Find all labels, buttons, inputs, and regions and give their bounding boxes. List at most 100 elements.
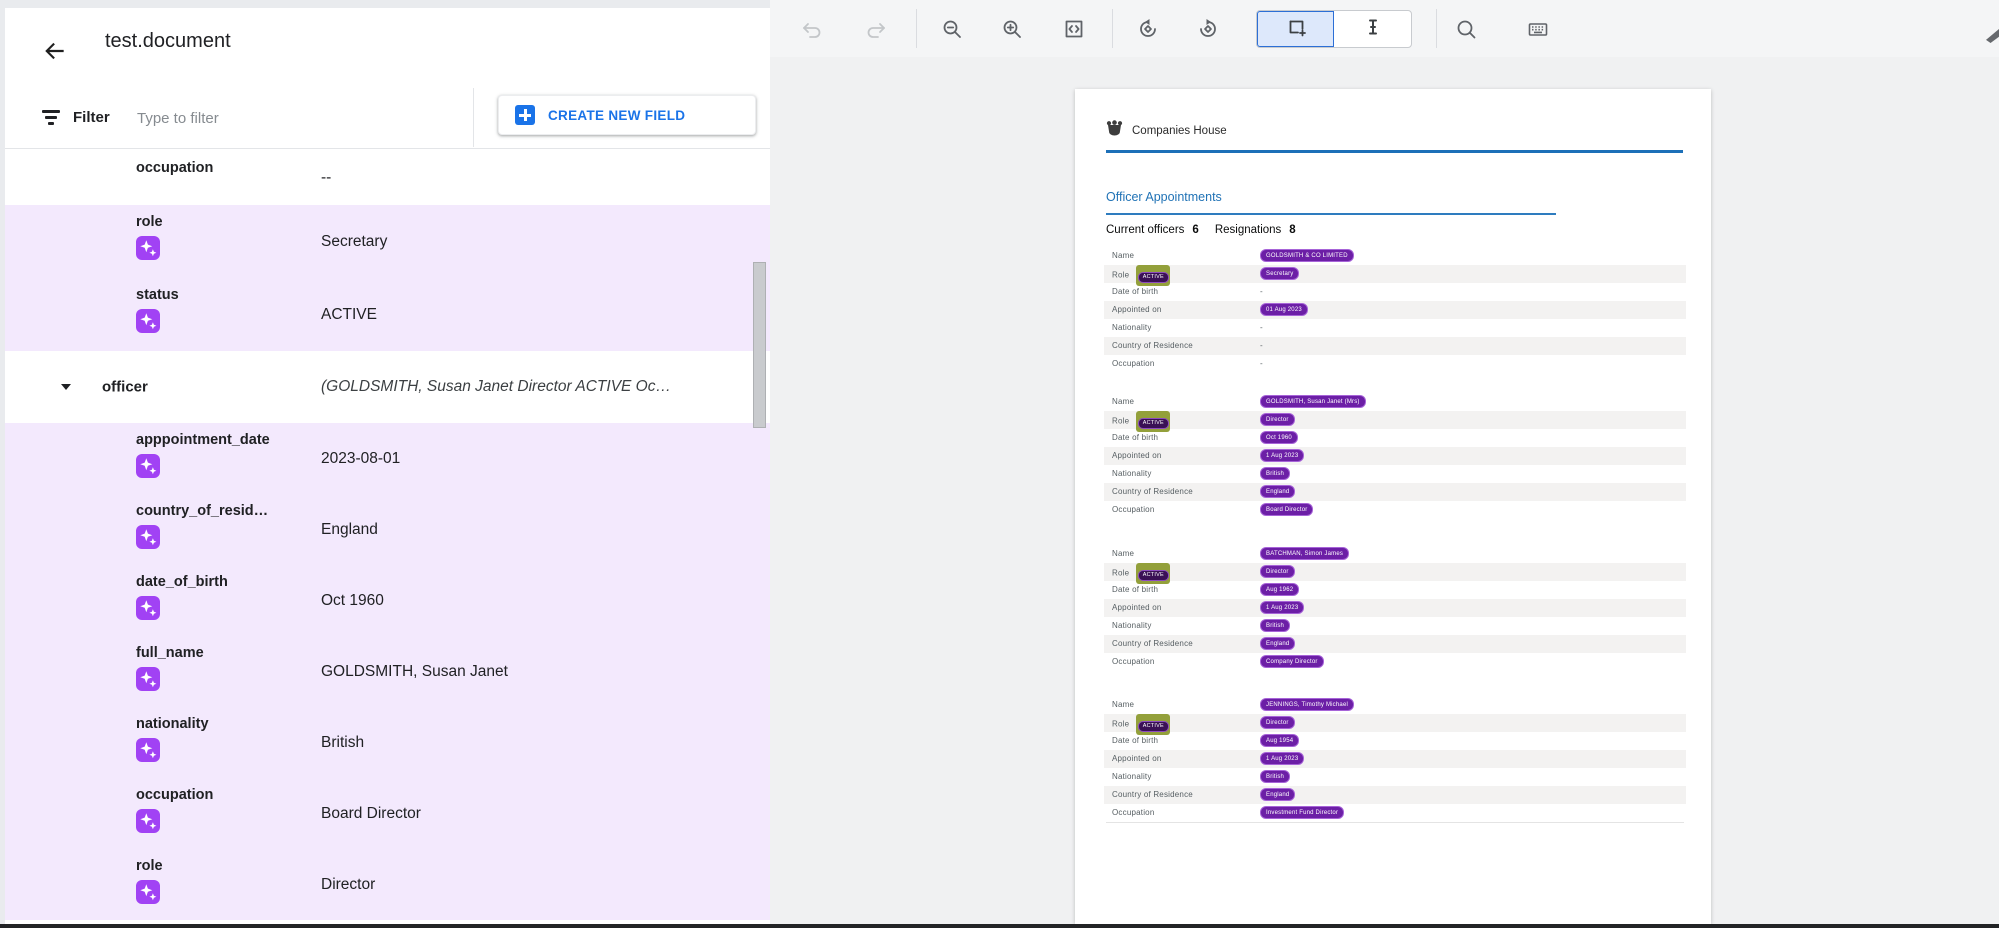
officer-row-label: Occupation xyxy=(1112,804,1154,822)
search-button[interactable] xyxy=(1454,17,1478,41)
officer-row-label: Country of Residence xyxy=(1112,337,1193,355)
officer-row-label: Appointed on xyxy=(1112,447,1162,465)
doc-summary-line: Current officers6Resignations8 xyxy=(1106,224,1312,236)
zoom-out-button[interactable] xyxy=(940,17,964,41)
field-row-status[interactable]: statusACTIVE xyxy=(5,278,770,351)
field-row-occupation[interactable]: occupationBoard Director xyxy=(5,778,770,849)
document-viewer[interactable]: Companies House Officer Appointments Cur… xyxy=(770,57,1999,924)
plus-icon xyxy=(515,105,535,125)
entity-pill[interactable]: British xyxy=(1260,770,1290,783)
officer-row-value: Company Director xyxy=(1260,653,1324,671)
officer-row-value: Director xyxy=(1260,714,1295,732)
entity-pill[interactable]: Aug 1962 xyxy=(1260,583,1299,596)
officer-row-label: Date of birth xyxy=(1112,581,1158,599)
status-tag: ACTIVE xyxy=(1138,418,1169,429)
entity-pill[interactable]: England xyxy=(1260,485,1295,498)
entity-pill[interactable]: Director xyxy=(1260,716,1295,729)
field-label: date_of_birth xyxy=(136,574,228,590)
keyboard-button[interactable] xyxy=(1526,17,1550,41)
officer-row-label: Date of birth xyxy=(1112,732,1158,750)
entity-pill[interactable]: England xyxy=(1260,788,1295,801)
scrollbar-thumb[interactable] xyxy=(753,262,766,428)
summary-label: Current officers xyxy=(1106,224,1184,236)
text-select-button[interactable] xyxy=(1334,11,1411,47)
fit-width-button[interactable] xyxy=(1062,17,1086,41)
officer-row-value: GOLDSMITH, Susan Janet (Mrs) xyxy=(1260,393,1366,411)
field-row-date_of_birth[interactable]: date_of_birthOct 1960 xyxy=(5,565,770,636)
toolbar-divider xyxy=(916,9,917,48)
field-row-role[interactable]: roleDirector xyxy=(5,849,770,920)
ai-sparkle-icon xyxy=(136,236,160,260)
redo-button[interactable] xyxy=(864,17,888,41)
officer-row-label: Occupation xyxy=(1112,501,1154,519)
field-value: ACTIVE xyxy=(321,306,377,324)
officer-row-label: Country of Residence xyxy=(1112,635,1193,653)
field-row-nationality[interactable]: nationalityBritish xyxy=(5,707,770,778)
zoom-out-icon xyxy=(940,17,964,41)
selection-mode-group xyxy=(1256,10,1412,48)
rotate-cw-icon xyxy=(1196,17,1220,41)
officer-row: NationalityBritish xyxy=(1104,465,1686,483)
entity-pill[interactable]: England xyxy=(1260,637,1295,650)
field-row-occupation[interactable]: occupation-- xyxy=(5,148,770,205)
officer-row-label: Occupation xyxy=(1112,653,1154,671)
entity-pill[interactable]: GOLDSMITH, Susan Janet (Mrs) xyxy=(1260,395,1366,408)
field-row-role[interactable]: roleSecretary xyxy=(5,205,770,278)
back-button[interactable] xyxy=(35,32,75,72)
entity-pill[interactable]: Director xyxy=(1260,565,1295,578)
entity-pill[interactable]: Investment Fund Director xyxy=(1260,806,1344,819)
entity-pill[interactable]: Board Director xyxy=(1260,503,1313,516)
doc-section-title: Officer Appointments xyxy=(1106,190,1222,204)
field-row-full_name[interactable]: full_nameGOLDSMITH, Susan Janet xyxy=(5,636,770,707)
officer-row-value: 1 Aug 2023 xyxy=(1260,750,1304,768)
officer-row-label: Country of Residence xyxy=(1112,483,1193,501)
rotate-ccw-button[interactable] xyxy=(1136,17,1160,41)
entity-pill[interactable]: 1 Aug 2023 xyxy=(1260,752,1304,765)
document-title: test.document xyxy=(105,30,231,53)
box-select-button[interactable] xyxy=(1257,11,1334,47)
filter-bar: Filter CREATE NEW FIELD xyxy=(5,88,770,149)
rotate-cw-button[interactable] xyxy=(1196,17,1220,41)
zoom-in-button[interactable] xyxy=(1000,17,1024,41)
officer-row-label: Name xyxy=(1112,247,1134,265)
entity-pill[interactable]: Secretary xyxy=(1260,267,1299,280)
field-row-officer[interactable]: officer(GOLDSMITH, Susan Janet Director … xyxy=(5,351,770,423)
keyboard-icon xyxy=(1526,17,1550,41)
officer-row-value: - xyxy=(1260,337,1263,355)
officer-row: NameBATCHMAN, Simon James xyxy=(1104,545,1686,563)
entity-pill[interactable]: GOLDSMITH & CO LIMITED xyxy=(1260,249,1354,262)
officer-row-value: JENNINGS, Timothy Michael xyxy=(1260,696,1354,714)
summary-count: 6 xyxy=(1192,224,1198,236)
officer-row-value: - xyxy=(1260,319,1263,337)
entity-pill[interactable]: Company Director xyxy=(1260,655,1324,668)
entity-pill[interactable]: Oct 1960 xyxy=(1260,431,1298,444)
filter-input[interactable] xyxy=(135,101,459,135)
entity-pill[interactable]: BATCHMAN, Simon James xyxy=(1260,547,1349,560)
field-value: Director xyxy=(321,876,375,894)
entity-pill[interactable]: British xyxy=(1260,619,1290,632)
field-row-apppointment_date[interactable]: apppointment_date2023-08-01 xyxy=(5,423,770,494)
entity-pill[interactable]: 1 Aug 2023 xyxy=(1260,601,1304,614)
entity-pill[interactable]: Aug 1954 xyxy=(1260,734,1299,747)
officer-row: RoleACTIVEDirector xyxy=(1104,411,1686,429)
field-label: nationality xyxy=(136,716,209,732)
officer-row: NationalityBritish xyxy=(1104,768,1686,786)
viewer-toolbar xyxy=(770,0,1999,58)
field-list: occupation--roleSecretarystatusACTIVEoff… xyxy=(5,148,770,920)
officer-row-label: Appointed on xyxy=(1112,599,1162,617)
officer-row-label: Occupation xyxy=(1112,355,1154,373)
officer-row-value: 01 Aug 2023 xyxy=(1260,301,1308,319)
entity-pill[interactable]: 1 Aug 2023 xyxy=(1260,449,1304,462)
entity-pill[interactable]: 01 Aug 2023 xyxy=(1260,303,1308,316)
entity-pill[interactable]: JENNINGS, Timothy Michael xyxy=(1260,698,1354,711)
doc-section-rule xyxy=(1106,213,1556,215)
create-new-field-button[interactable]: CREATE NEW FIELD xyxy=(498,95,756,135)
entity-pill[interactable]: Director xyxy=(1260,413,1295,426)
officer-row: Appointed on 1 Aug 2023 xyxy=(1104,599,1686,617)
undo-button[interactable] xyxy=(800,17,824,41)
field-value: GOLDSMITH, Susan Janet xyxy=(321,663,508,681)
entity-pill[interactable]: British xyxy=(1260,467,1290,480)
collapse-arrow-icon[interactable] xyxy=(61,384,71,390)
field-row-country_of_resid[interactable]: country_of_resid…England xyxy=(5,494,770,565)
field-label: officer xyxy=(102,379,148,396)
